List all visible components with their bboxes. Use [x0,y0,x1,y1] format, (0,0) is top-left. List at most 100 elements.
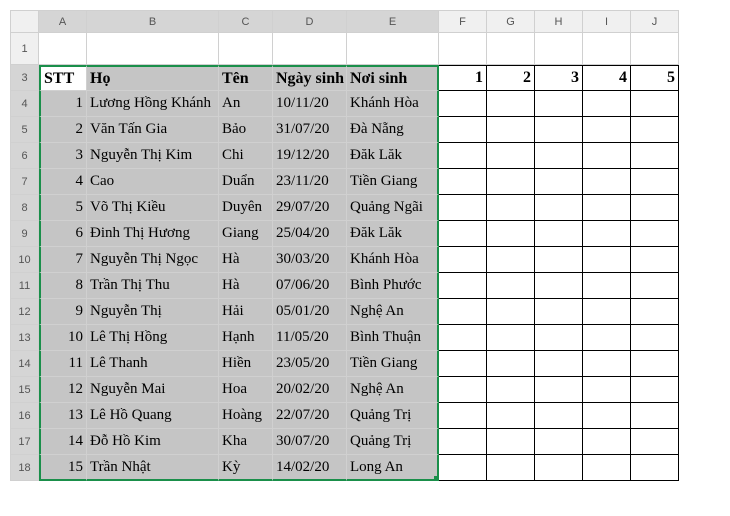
empty-cell-r12-c6[interactable] [439,299,487,325]
cell-ho-row2[interactable]: Nguyễn Thị Kim [87,143,219,169]
row-header-15[interactable]: 15 [11,377,39,403]
cell-stt-row10[interactable]: 11 [39,351,87,377]
cell-stt-row13[interactable]: 14 [39,429,87,455]
cell-stt-row12[interactable]: 13 [39,403,87,429]
row-header-6[interactable]: 6 [11,143,39,169]
table-header-ho[interactable]: Họ [87,65,219,91]
cell-ten-row14[interactable]: Kỳ [219,455,273,481]
col-header-B[interactable]: B [87,11,219,33]
cell-ho-row1[interactable]: Văn Tấn Gia [87,117,219,143]
cell-stt-row3[interactable]: 4 [39,169,87,195]
cell-noisinh-row1[interactable]: Đà Nẵng [347,117,439,143]
empty-cell-r5-c6[interactable] [439,117,487,143]
cell-ten-row1[interactable]: Bảo [219,117,273,143]
empty-cell-r14-c10[interactable] [631,351,679,377]
cell-ten-row0[interactable]: An [219,91,273,117]
empty-cell-r11-c9[interactable] [583,273,631,299]
cell-ten-row3[interactable]: Duẩn [219,169,273,195]
empty-cell-r8-c8[interactable] [535,195,583,221]
empty-cell-r16-c9[interactable] [583,403,631,429]
row-header-12[interactable]: 12 [11,299,39,325]
empty-cell-r14-c9[interactable] [583,351,631,377]
empty-cell-r15-c7[interactable] [487,377,535,403]
empty-cell-r16-c8[interactable] [535,403,583,429]
empty-cell-r6-c7[interactable] [487,143,535,169]
empty-cell-r7-c9[interactable] [583,169,631,195]
empty-cell-r11-c7[interactable] [487,273,535,299]
table-header-stt[interactable]: STT [39,65,87,91]
cell-r1-c0[interactable] [39,33,87,65]
empty-cell-r17-c6[interactable] [439,429,487,455]
cell-r1-c6[interactable] [487,33,535,65]
empty-cell-r4-c7[interactable] [487,91,535,117]
cell-noisinh-row6[interactable]: Khánh Hòa [347,247,439,273]
cell-ten-row9[interactable]: Hạnh [219,325,273,351]
select-all-corner[interactable] [11,11,39,33]
cell-ngaysinh-row13[interactable]: 30/07/20 [273,429,347,455]
empty-cell-r5-c9[interactable] [583,117,631,143]
row-header-5[interactable]: 5 [11,117,39,143]
empty-cell-r15-c10[interactable] [631,377,679,403]
extra-header-3[interactable]: 3 [535,65,583,91]
cell-ngaysinh-row1[interactable]: 31/07/20 [273,117,347,143]
row-header-13[interactable]: 13 [11,325,39,351]
table-header-noisinh[interactable]: Nơi sinh [347,65,439,91]
cell-r1-c7[interactable] [535,33,583,65]
spreadsheet-grid[interactable]: ABCDEFGHIJ13STTHọTênNgày sinhNơi sinh123… [10,10,679,481]
row-header-9[interactable]: 9 [11,221,39,247]
empty-cell-r4-c9[interactable] [583,91,631,117]
row-header-16[interactable]: 16 [11,403,39,429]
empty-cell-r17-c9[interactable] [583,429,631,455]
cell-ten-row5[interactable]: Giang [219,221,273,247]
cell-r1-c2[interactable] [219,33,273,65]
cell-ho-row14[interactable]: Trần Nhật [87,455,219,481]
empty-cell-r17-c10[interactable] [631,429,679,455]
cell-r1-c8[interactable] [583,33,631,65]
empty-cell-r9-c9[interactable] [583,221,631,247]
cell-ten-row10[interactable]: Hiền [219,351,273,377]
empty-cell-r8-c9[interactable] [583,195,631,221]
cell-ngaysinh-row4[interactable]: 29/07/20 [273,195,347,221]
empty-cell-r16-c7[interactable] [487,403,535,429]
empty-cell-r4-c6[interactable] [439,91,487,117]
col-header-I[interactable]: I [583,11,631,33]
cell-stt-row9[interactable]: 10 [39,325,87,351]
cell-ngaysinh-row8[interactable]: 05/01/20 [273,299,347,325]
cell-ngaysinh-row10[interactable]: 23/05/20 [273,351,347,377]
col-header-A[interactable]: A [39,11,87,33]
row-header-8[interactable]: 8 [11,195,39,221]
empty-cell-r7-c6[interactable] [439,169,487,195]
fill-handle[interactable] [434,476,439,481]
empty-cell-r5-c8[interactable] [535,117,583,143]
empty-cell-r7-c7[interactable] [487,169,535,195]
empty-cell-r14-c7[interactable] [487,351,535,377]
cell-ngaysinh-row3[interactable]: 23/11/20 [273,169,347,195]
empty-cell-r18-c8[interactable] [535,455,583,481]
cell-ten-row13[interactable]: Kha [219,429,273,455]
col-header-J[interactable]: J [631,11,679,33]
empty-cell-r18-c10[interactable] [631,455,679,481]
cell-ho-row12[interactable]: Lê Hồ Quang [87,403,219,429]
cell-ho-row13[interactable]: Đỗ Hồ Kim [87,429,219,455]
empty-cell-r8-c10[interactable] [631,195,679,221]
empty-cell-r5-c10[interactable] [631,117,679,143]
empty-cell-r10-c6[interactable] [439,247,487,273]
empty-cell-r15-c8[interactable] [535,377,583,403]
cell-ngaysinh-row0[interactable]: 10/11/20 [273,91,347,117]
row-header-7[interactable]: 7 [11,169,39,195]
empty-cell-r14-c8[interactable] [535,351,583,377]
table-header-ten[interactable]: Tên [219,65,273,91]
cell-ngaysinh-row11[interactable]: 20/02/20 [273,377,347,403]
cell-stt-row2[interactable]: 3 [39,143,87,169]
cell-ho-row7[interactable]: Trần Thị Thu [87,273,219,299]
empty-cell-r17-c8[interactable] [535,429,583,455]
empty-cell-r11-c10[interactable] [631,273,679,299]
empty-cell-r12-c8[interactable] [535,299,583,325]
cell-ten-row7[interactable]: Hà [219,273,273,299]
row-header-14[interactable]: 14 [11,351,39,377]
cell-noisinh-row9[interactable]: Bình Thuận [347,325,439,351]
col-header-F[interactable]: F [439,11,487,33]
empty-cell-r12-c10[interactable] [631,299,679,325]
cell-noisinh-row8[interactable]: Nghệ An [347,299,439,325]
cell-r1-c1[interactable] [87,33,219,65]
